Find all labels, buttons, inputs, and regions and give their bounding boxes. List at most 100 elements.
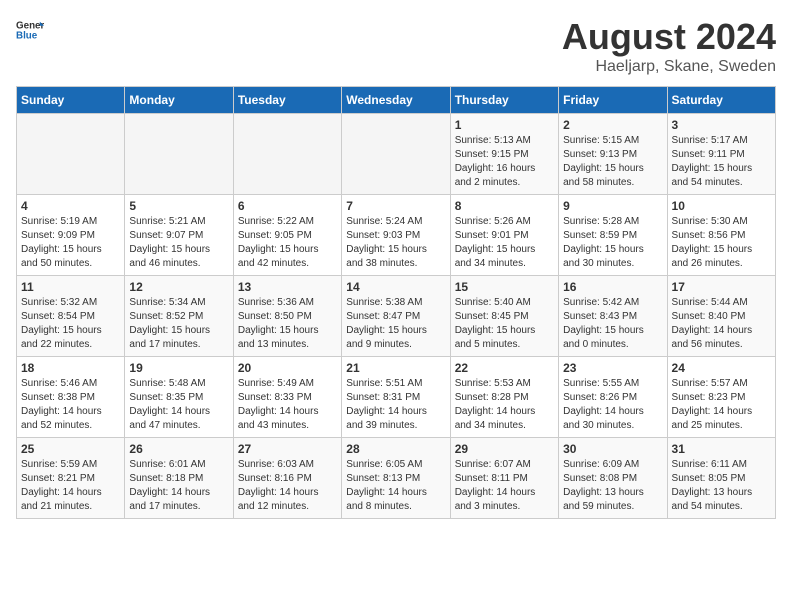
cell-w4-d2: 19 Sunrise: 5:48 AMSunset: 8:35 PMDayligh…	[125, 357, 233, 438]
day-number: 9	[563, 199, 662, 213]
day-info: Sunrise: 5:36 AMSunset: 8:50 PMDaylight:…	[238, 296, 337, 352]
day-info: Sunrise: 5:51 AMSunset: 8:31 PMDaylight:…	[346, 377, 445, 433]
day-info: Sunrise: 5:57 AMSunset: 8:23 PMDaylight:…	[672, 377, 771, 433]
logo: General Blue	[16, 16, 44, 44]
cell-w1-d4	[342, 114, 450, 195]
day-number: 8	[455, 199, 554, 213]
cell-w5-d7: 31 Sunrise: 6:11 AMSunset: 8:05 PMDayligh…	[667, 438, 775, 519]
calendar-header: Sunday Monday Tuesday Wednesday Thursday…	[17, 87, 776, 114]
col-wednesday: Wednesday	[342, 87, 450, 114]
day-number: 7	[346, 199, 445, 213]
day-info: Sunrise: 5:19 AMSunset: 9:09 PMDaylight:…	[21, 215, 120, 271]
cell-w4-d6: 23 Sunrise: 5:55 AMSunset: 8:26 PMDayligh…	[559, 357, 667, 438]
calendar-table: Sunday Monday Tuesday Wednesday Thursday…	[16, 86, 776, 519]
day-number: 21	[346, 361, 445, 375]
day-number: 15	[455, 280, 554, 294]
cell-w3-d3: 13 Sunrise: 5:36 AMSunset: 8:50 PMDayligh…	[233, 276, 341, 357]
cell-w2-d2: 5 Sunrise: 5:21 AMSunset: 9:07 PMDaylight…	[125, 195, 233, 276]
cell-w3-d4: 14 Sunrise: 5:38 AMSunset: 8:47 PMDayligh…	[342, 276, 450, 357]
day-info: Sunrise: 5:40 AMSunset: 8:45 PMDaylight:…	[455, 296, 554, 352]
day-number: 22	[455, 361, 554, 375]
cell-w2-d5: 8Sunrise: 5:26 AMSunset: 9:01 PMDaylight…	[450, 195, 558, 276]
cell-w1-d6: 2 Sunrise: 5:15 AMSunset: 9:13 PMDaylight…	[559, 114, 667, 195]
day-number: 20	[238, 361, 337, 375]
day-info: Sunrise: 5:42 AMSunset: 8:43 PMDaylight:…	[563, 296, 662, 352]
day-info: Sunrise: 5:15 AMSunset: 9:13 PMDaylight:…	[563, 134, 662, 190]
day-number: 16	[563, 280, 662, 294]
day-info: Sunrise: 5:38 AMSunset: 8:47 PMDaylight:…	[346, 296, 445, 352]
cell-w5-d2: 26 Sunrise: 6:01 AMSunset: 8:18 PMDayligh…	[125, 438, 233, 519]
cell-w3-d1: 11Sunrise: 5:32 AMSunset: 8:54 PMDayligh…	[17, 276, 125, 357]
day-number: 4	[21, 199, 120, 213]
day-number: 26	[129, 442, 228, 456]
cell-w5-d1: 25 Sunrise: 5:59 AMSunset: 8:21 PMDayligh…	[17, 438, 125, 519]
cell-w1-d2	[125, 114, 233, 195]
day-number: 24	[672, 361, 771, 375]
week-row-5: 25 Sunrise: 5:59 AMSunset: 8:21 PMDayligh…	[17, 438, 776, 519]
day-info: Sunrise: 5:48 AMSunset: 8:35 PMDaylight:…	[129, 377, 228, 433]
col-tuesday: Tuesday	[233, 87, 341, 114]
day-number: 19	[129, 361, 228, 375]
day-info: Sunrise: 5:24 AMSunset: 9:03 PMDaylight:…	[346, 215, 445, 271]
day-number: 3	[672, 118, 771, 132]
cell-w2-d7: 10 Sunrise: 5:30 AMSunset: 8:56 PMDayligh…	[667, 195, 775, 276]
day-info: Sunrise: 6:05 AMSunset: 8:13 PMDaylight:…	[346, 458, 445, 514]
title-section: August 2024 Haeljarp, Skane, Sweden	[562, 16, 776, 76]
day-number: 1	[455, 118, 554, 132]
day-number: 12	[129, 280, 228, 294]
cell-w3-d6: 16 Sunrise: 5:42 AMSunset: 8:43 PMDayligh…	[559, 276, 667, 357]
day-info: Sunrise: 6:11 AMSunset: 8:05 PMDaylight:…	[672, 458, 771, 514]
day-info: Sunrise: 5:59 AMSunset: 8:21 PMDaylight:…	[21, 458, 120, 514]
day-info: Sunrise: 5:46 AMSunset: 8:38 PMDaylight:…	[21, 377, 120, 433]
day-number: 25	[21, 442, 120, 456]
day-number: 27	[238, 442, 337, 456]
cell-w4-d5: 22 Sunrise: 5:53 AMSunset: 8:28 PMDayligh…	[450, 357, 558, 438]
svg-text:Blue: Blue	[16, 30, 38, 41]
cell-w1-d7: 3 Sunrise: 5:17 AMSunset: 9:11 PMDaylight…	[667, 114, 775, 195]
day-info: Sunrise: 5:49 AMSunset: 8:33 PMDaylight:…	[238, 377, 337, 433]
main-title: August 2024	[562, 16, 776, 58]
day-number: 10	[672, 199, 771, 213]
cell-w2-d4: 7 Sunrise: 5:24 AMSunset: 9:03 PMDaylight…	[342, 195, 450, 276]
day-info: Sunrise: 6:07 AMSunset: 8:11 PMDaylight:…	[455, 458, 554, 514]
day-number: 13	[238, 280, 337, 294]
cell-w5-d3: 27Sunrise: 6:03 AMSunset: 8:16 PMDayligh…	[233, 438, 341, 519]
subtitle: Haeljarp, Skane, Sweden	[562, 58, 776, 76]
day-number: 14	[346, 280, 445, 294]
day-info: Sunrise: 5:55 AMSunset: 8:26 PMDaylight:…	[563, 377, 662, 433]
day-info: Sunrise: 5:21 AMSunset: 9:07 PMDaylight:…	[129, 215, 228, 271]
day-info: Sunrise: 5:34 AMSunset: 8:52 PMDaylight:…	[129, 296, 228, 352]
cell-w5-d4: 28 Sunrise: 6:05 AMSunset: 8:13 PMDayligh…	[342, 438, 450, 519]
logo-icon: General Blue	[16, 16, 44, 44]
day-info: Sunrise: 5:53 AMSunset: 8:28 PMDaylight:…	[455, 377, 554, 433]
cell-w5-d6: 30Sunrise: 6:09 AMSunset: 8:08 PMDayligh…	[559, 438, 667, 519]
day-number: 5	[129, 199, 228, 213]
day-info: Sunrise: 5:17 AMSunset: 9:11 PMDaylight:…	[672, 134, 771, 190]
day-number: 30	[563, 442, 662, 456]
col-friday: Friday	[559, 87, 667, 114]
col-saturday: Saturday	[667, 87, 775, 114]
cell-w4-d3: 20 Sunrise: 5:49 AMSunset: 8:33 PMDayligh…	[233, 357, 341, 438]
cell-w4-d1: 18Sunrise: 5:46 AMSunset: 8:38 PMDayligh…	[17, 357, 125, 438]
col-sunday: Sunday	[17, 87, 125, 114]
week-row-2: 4 Sunrise: 5:19 AMSunset: 9:09 PMDaylight…	[17, 195, 776, 276]
day-number: 6	[238, 199, 337, 213]
page-header: General Blue August 2024 Haeljarp, Skane…	[16, 16, 776, 76]
week-row-1: 1 Sunrise: 5:13 AMSunset: 9:15 PMDaylight…	[17, 114, 776, 195]
day-number: 28	[346, 442, 445, 456]
week-row-3: 11Sunrise: 5:32 AMSunset: 8:54 PMDayligh…	[17, 276, 776, 357]
cell-w4-d4: 21 Sunrise: 5:51 AMSunset: 8:31 PMDayligh…	[342, 357, 450, 438]
cell-w3-d5: 15 Sunrise: 5:40 AMSunset: 8:45 PMDayligh…	[450, 276, 558, 357]
day-number: 2	[563, 118, 662, 132]
day-info: Sunrise: 6:01 AMSunset: 8:18 PMDaylight:…	[129, 458, 228, 514]
cell-w3-d7: 17Sunrise: 5:44 AMSunset: 8:40 PMDayligh…	[667, 276, 775, 357]
day-number: 23	[563, 361, 662, 375]
cell-w3-d2: 12 Sunrise: 5:34 AMSunset: 8:52 PMDayligh…	[125, 276, 233, 357]
day-number: 31	[672, 442, 771, 456]
header-row: Sunday Monday Tuesday Wednesday Thursday…	[17, 87, 776, 114]
day-number: 29	[455, 442, 554, 456]
cell-w1-d3	[233, 114, 341, 195]
cell-w4-d7: 24 Sunrise: 5:57 AMSunset: 8:23 PMDayligh…	[667, 357, 775, 438]
day-info: Sunrise: 5:30 AMSunset: 8:56 PMDaylight:…	[672, 215, 771, 271]
day-info: Sunrise: 5:13 AMSunset: 9:15 PMDaylight:…	[455, 134, 554, 190]
